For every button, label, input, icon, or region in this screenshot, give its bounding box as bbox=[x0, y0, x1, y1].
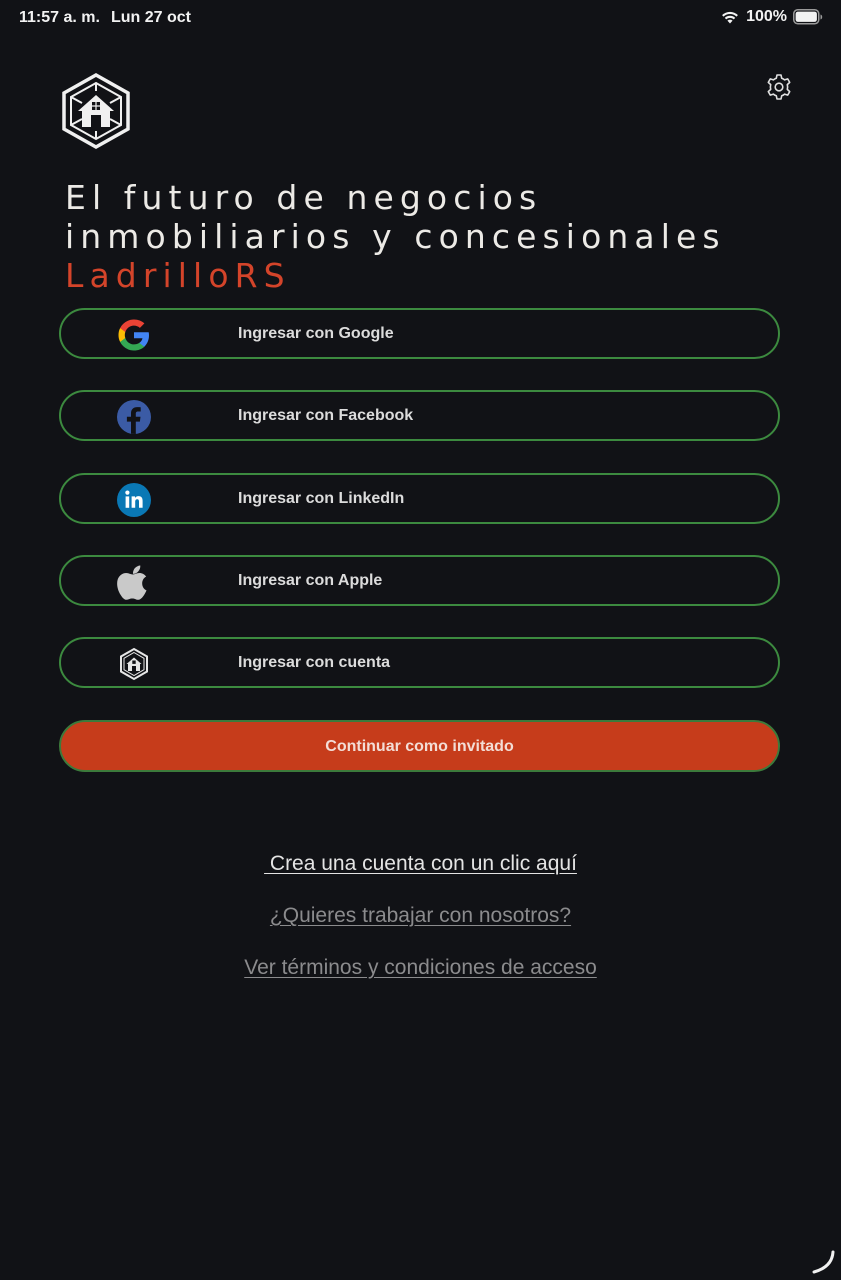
wifi-icon bbox=[722, 11, 738, 24]
continue-as-guest-button[interactable]: Continuar como invitado bbox=[59, 720, 780, 772]
gear-icon[interactable] bbox=[764, 72, 794, 102]
home-indicator bbox=[812, 1250, 835, 1274]
google-login-label: Ingresar con Google bbox=[238, 325, 394, 342]
google-login-button[interactable]: Ingresar con Google bbox=[59, 308, 780, 359]
headline: El futuro de negocios inmobiliarios y co… bbox=[65, 178, 835, 295]
terms-link-text: Ver términos y condiciones de acceso bbox=[244, 956, 597, 979]
google-icon bbox=[118, 319, 149, 351]
house-hexagon-logo-icon bbox=[62, 73, 130, 149]
create-account-link-text: Crea una cuenta con un clic aquí bbox=[264, 852, 577, 875]
status-date: Lun 27 oct bbox=[111, 9, 192, 26]
work-with-us-link[interactable]: ¿Quieres trabajar con nosotros? bbox=[0, 904, 841, 928]
account-login-button[interactable]: Ingresar con cuenta bbox=[59, 637, 780, 688]
continue-as-guest-label: Continuar como invitado bbox=[325, 738, 514, 755]
account-login-label: Ingresar con cuenta bbox=[238, 654, 391, 671]
brand-name: LadrilloRS bbox=[65, 256, 291, 295]
apple-login-label: Ingresar con Apple bbox=[238, 572, 383, 589]
facebook-login-label: Ingresar con Facebook bbox=[238, 407, 414, 424]
apple-icon bbox=[117, 565, 147, 600]
apple-login-button[interactable]: Ingresar con Apple bbox=[59, 555, 780, 606]
create-account-link[interactable]: Crea una cuenta con un clic aquí bbox=[0, 852, 841, 876]
status-time: 11:57 a. m. bbox=[19, 9, 100, 26]
linkedin-login-button[interactable]: Ingresar con LinkedIn bbox=[59, 473, 780, 524]
ladrillors-logo-icon bbox=[120, 647, 148, 681]
login-screen: 11:57 a. m. Lun 27 oct 100% El futuro de… bbox=[0, 0, 841, 1280]
headline-text: El futuro de negocios inmobiliarios y co… bbox=[65, 178, 726, 256]
facebook-icon bbox=[117, 400, 151, 434]
status-bar: 11:57 a. m. Lun 27 oct 100% bbox=[0, 0, 841, 36]
battery-icon bbox=[793, 9, 823, 25]
linkedin-icon bbox=[117, 483, 151, 517]
facebook-login-button[interactable]: Ingresar con Facebook bbox=[59, 390, 780, 441]
status-indicators: 100% bbox=[720, 8, 823, 26]
battery-percentage: 100% bbox=[746, 8, 787, 25]
linkedin-login-label: Ingresar con LinkedIn bbox=[238, 490, 405, 507]
work-with-us-link-text: ¿Quieres trabajar con nosotros? bbox=[269, 904, 572, 927]
terms-link[interactable]: Ver términos y condiciones de acceso bbox=[0, 956, 841, 980]
